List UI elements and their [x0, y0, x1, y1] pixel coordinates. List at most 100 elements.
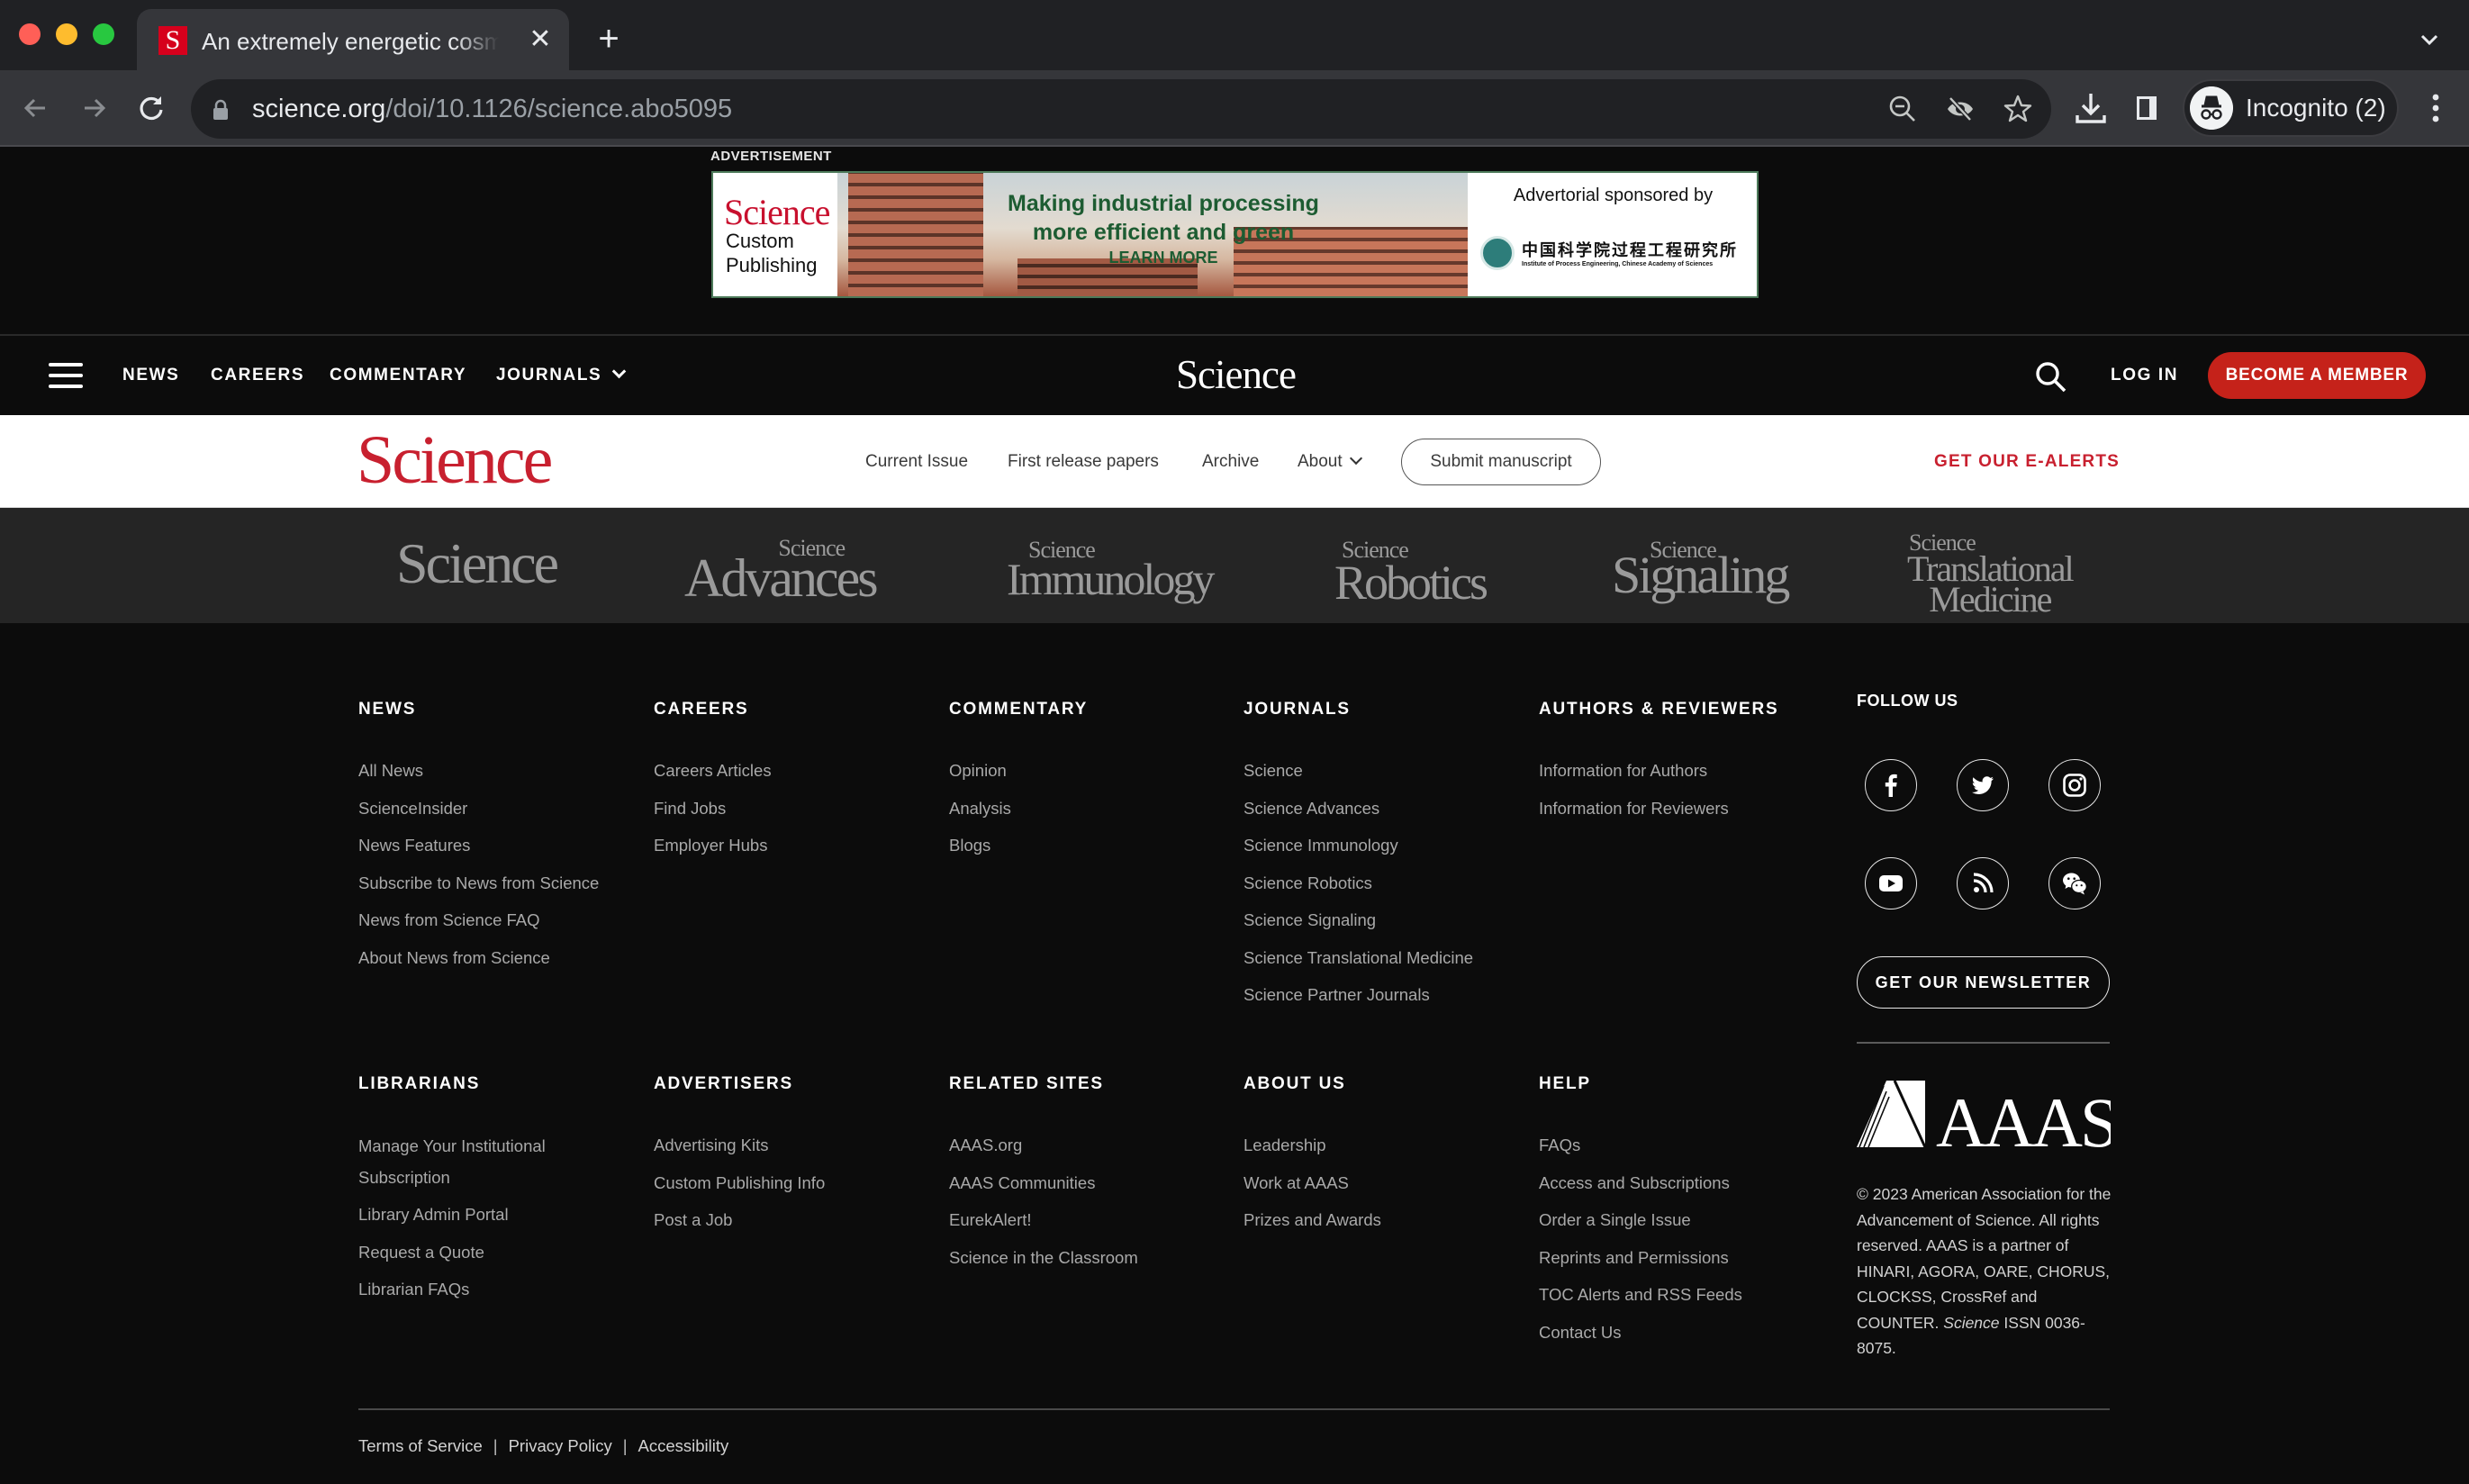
- footer-link[interactable]: Opinion: [949, 752, 1237, 790]
- footer-link[interactable]: News Features: [358, 827, 647, 864]
- footer-link[interactable]: Subscribe to News from Science: [358, 864, 647, 902]
- footer-link[interactable]: Science Immunology: [1244, 827, 1532, 864]
- accessibility-link[interactable]: Accessibility: [638, 1436, 729, 1455]
- archive-link[interactable]: Archive: [1202, 449, 1259, 475]
- journal-logo-translational-medicine[interactable]: Science Translational Medicine: [1907, 531, 2075, 618]
- about-dropdown[interactable]: About: [1298, 449, 1362, 475]
- footer-link[interactable]: Information for Authors: [1539, 752, 1827, 790]
- forward-arrow-icon[interactable]: [74, 88, 113, 128]
- footer-link[interactable]: Librarian FAQs: [358, 1271, 647, 1308]
- tab-search-chevron-icon[interactable]: [2411, 22, 2447, 58]
- submit-manuscript-button[interactable]: Submit manuscript: [1401, 439, 1601, 485]
- legal-links: Terms of Service | Privacy Policy | Accessib…: [358, 1434, 728, 1459]
- url-text[interactable]: science.org/doi/10.1126/science.abo5095: [252, 92, 732, 126]
- aaas-logo[interactable]: AAAS: [1857, 1079, 2111, 1149]
- footer-link[interactable]: News from Science FAQ: [358, 901, 647, 939]
- twitter-icon: [1971, 776, 1994, 794]
- window-zoom-button[interactable]: [93, 23, 114, 45]
- search-icon[interactable]: [2033, 359, 2069, 395]
- advertisement-label: ADVERTISEMENT: [710, 149, 832, 164]
- footer-link[interactable]: Blogs: [949, 827, 1237, 864]
- nav-journals[interactable]: JOURNALS: [496, 363, 627, 388]
- footer-link[interactable]: Leadership: [1244, 1127, 1532, 1164]
- twitter-button[interactable]: [1957, 759, 2009, 811]
- journal-logo-advances[interactable]: Science Advances: [684, 537, 879, 606]
- journal-logo-immunology[interactable]: Science Immunology: [1007, 538, 1215, 602]
- window-close-button[interactable]: [19, 23, 41, 45]
- footer-link[interactable]: FAQs: [1539, 1127, 1827, 1164]
- footer-link[interactable]: Reprints and Permissions: [1539, 1239, 1827, 1277]
- footer-link[interactable]: Find Jobs: [654, 790, 942, 828]
- youtube-button[interactable]: [1865, 857, 1917, 909]
- nav-commentary[interactable]: COMMENTARY: [330, 363, 466, 388]
- footer-link[interactable]: Science: [1244, 752, 1532, 790]
- footer-link[interactable]: ScienceInsider: [358, 790, 647, 828]
- footer-link[interactable]: Science Advances: [1244, 790, 1532, 828]
- browser-tab-active[interactable]: S An extremely energetic cosmic ✕: [137, 9, 569, 70]
- journal-logo-robotics[interactable]: Science Robotics: [1334, 538, 1488, 608]
- footer-link[interactable]: All News: [358, 752, 647, 790]
- footer-link[interactable]: Analysis: [949, 790, 1237, 828]
- footer-link[interactable]: Prizes and Awards: [1244, 1201, 1532, 1239]
- address-bar[interactable]: science.org/doi/10.1126/science.abo5095: [191, 79, 2051, 139]
- footer-link[interactable]: Advertising Kits: [654, 1127, 942, 1164]
- instagram-button[interactable]: [2048, 759, 2101, 811]
- reload-icon[interactable]: [131, 88, 171, 128]
- footer-link[interactable]: EurekAlert!: [949, 1201, 1237, 1239]
- advertisement-banner[interactable]: Science Custom Publishing Making industri…: [711, 171, 1759, 298]
- footer-link[interactable]: Post a Job: [654, 1201, 942, 1239]
- browser-menu-icon[interactable]: [2422, 90, 2449, 126]
- footer-link[interactable]: Science Signaling: [1244, 901, 1532, 939]
- zoom-out-icon[interactable]: [1887, 94, 1918, 124]
- become-member-button[interactable]: BECOME A MEMBER: [2208, 352, 2426, 399]
- footer-link[interactable]: Custom Publishing Info: [654, 1164, 942, 1202]
- hamburger-menu-icon[interactable]: [49, 363, 83, 388]
- current-issue-link[interactable]: Current Issue: [865, 449, 968, 475]
- footer-link[interactable]: Science Robotics: [1244, 864, 1532, 902]
- footer-link[interactable]: AAAS Communities: [949, 1164, 1237, 1202]
- login-link[interactable]: LOG IN: [2111, 363, 2178, 388]
- get-newsletter-button[interactable]: GET OUR NEWSLETTER: [1857, 956, 2110, 1009]
- science-header-logo[interactable]: Science: [1176, 348, 1297, 401]
- facebook-button[interactable]: [1865, 759, 1917, 811]
- footer-link[interactable]: Careers Articles: [654, 752, 942, 790]
- footer-link[interactable]: Science Translational Medicine: [1244, 939, 1532, 977]
- nav-news[interactable]: NEWS: [122, 363, 179, 388]
- back-arrow-icon[interactable]: [16, 88, 56, 128]
- science-journal-logo[interactable]: Science: [357, 419, 553, 502]
- first-release-papers-link[interactable]: First release papers: [1008, 449, 1159, 475]
- get-ealerts-link[interactable]: GET OUR E-ALERTS: [1934, 449, 2120, 475]
- bookmark-star-icon[interactable]: [2003, 94, 2033, 124]
- nav-careers[interactable]: CAREERS: [211, 363, 304, 388]
- download-icon[interactable]: [2073, 90, 2109, 126]
- wechat-button[interactable]: [2048, 857, 2101, 909]
- window-minimize-button[interactable]: [56, 23, 77, 45]
- side-panel-icon[interactable]: [2129, 90, 2165, 126]
- footer-link[interactable]: Science in the Classroom: [949, 1239, 1237, 1277]
- footer-link[interactable]: TOC Alerts and RSS Feeds: [1539, 1276, 1827, 1314]
- tab-close-icon[interactable]: ✕: [524, 23, 556, 56]
- footer-link[interactable]: About News from Science: [358, 939, 647, 977]
- journal-logo-signaling[interactable]: Science Signaling: [1612, 538, 1790, 602]
- footer-link[interactable]: Information for Reviewers: [1539, 790, 1827, 828]
- journal-logo-science[interactable]: Science: [396, 535, 559, 593]
- footer-link[interactable]: Science Partner Journals: [1244, 976, 1532, 1014]
- terms-of-service-link[interactable]: Terms of Service: [358, 1436, 483, 1455]
- footer-link[interactable]: Access and Subscriptions: [1539, 1164, 1827, 1202]
- footer-link[interactable]: AAAS.org: [949, 1127, 1237, 1164]
- footer-link[interactable]: Request a Quote: [358, 1234, 647, 1271]
- privacy-policy-link[interactable]: Privacy Policy: [509, 1436, 612, 1455]
- ad-learn-more[interactable]: LEARN MORE: [1001, 249, 1325, 267]
- footer-link[interactable]: Order a Single Issue: [1539, 1201, 1827, 1239]
- footer-link[interactable]: Library Admin Portal: [358, 1196, 647, 1234]
- new-tab-button[interactable]: +: [591, 21, 627, 58]
- footer-link[interactable]: Work at AAAS: [1244, 1164, 1532, 1202]
- incognito-profile-button[interactable]: Incognito (2): [2183, 79, 2399, 137]
- tracking-protection-eye-off-icon[interactable]: [1945, 94, 1976, 124]
- footer-link[interactable]: Contact Us: [1539, 1314, 1827, 1352]
- rss-button[interactable]: [1957, 857, 2009, 909]
- footer-link[interactable]: Manage Your Institutional Subscription: [358, 1127, 574, 1196]
- footer-link[interactable]: Employer Hubs: [654, 827, 942, 864]
- youtube-icon: [1879, 875, 1903, 891]
- facebook-icon: [1885, 774, 1897, 797]
